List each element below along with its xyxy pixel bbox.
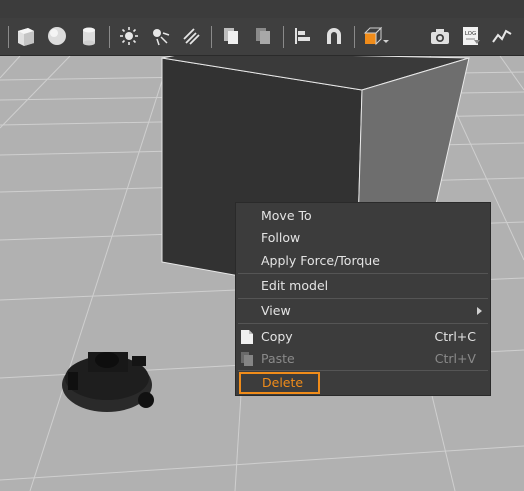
plot-icon[interactable] bbox=[490, 24, 514, 48]
copy-icon bbox=[241, 330, 253, 344]
menu-item-shortcut: Ctrl+C bbox=[434, 329, 476, 344]
menu-item-label: Follow bbox=[261, 230, 301, 245]
menu-separator bbox=[238, 298, 488, 299]
log-icon-label: LOG bbox=[465, 31, 476, 37]
point-light-icon[interactable] bbox=[117, 24, 141, 48]
submenu-arrow-icon bbox=[477, 307, 482, 315]
menu-item-label: Move To bbox=[261, 208, 312, 223]
menu-item-label: View bbox=[261, 303, 291, 318]
menu-separator bbox=[238, 323, 488, 324]
copy-icon[interactable] bbox=[219, 24, 243, 48]
toolbar-separator bbox=[354, 26, 355, 48]
menu-item-edit-model[interactable]: Edit model bbox=[236, 275, 490, 297]
log-record-icon[interactable]: LOG bbox=[459, 24, 483, 48]
sphere-shape-icon[interactable] bbox=[45, 24, 69, 48]
magnet-snap-icon[interactable] bbox=[322, 24, 346, 48]
menu-separator bbox=[238, 273, 488, 274]
menu-item-follow[interactable]: Follow bbox=[236, 227, 490, 249]
toolbar: LOG bbox=[0, 18, 524, 56]
paste-icon bbox=[241, 352, 253, 366]
title-bar bbox=[0, 0, 524, 18]
align-icon[interactable] bbox=[291, 24, 315, 48]
menu-item-label: Apply Force/Torque bbox=[261, 253, 380, 268]
view-angle-cube-icon[interactable] bbox=[361, 24, 391, 48]
menu-item-apply-force-torque[interactable]: Apply Force/Torque bbox=[236, 250, 490, 272]
toolbar-separator bbox=[109, 26, 110, 48]
toolbar-separator bbox=[283, 26, 284, 48]
context-menu: Move To Follow Apply Force/Torque Edit m… bbox=[235, 202, 491, 396]
menu-item-label: Delete bbox=[262, 375, 304, 390]
toolbar-separator bbox=[8, 26, 9, 48]
menu-item-view[interactable]: View bbox=[236, 300, 490, 322]
menu-item-label: Edit model bbox=[261, 278, 329, 293]
directional-light-icon[interactable] bbox=[179, 24, 203, 48]
menu-item-label: Paste bbox=[261, 351, 295, 366]
screenshot-camera-icon[interactable] bbox=[428, 24, 452, 48]
menu-item-shortcut: Ctrl+V bbox=[434, 351, 476, 366]
menu-item-copy[interactable]: Copy Ctrl+C bbox=[236, 326, 490, 348]
spot-light-icon[interactable] bbox=[148, 24, 172, 48]
cylinder-shape-icon[interactable] bbox=[77, 24, 101, 48]
box-shape-icon[interactable] bbox=[14, 24, 38, 48]
menu-item-delete[interactable]: Delete bbox=[239, 372, 320, 394]
menu-item-paste[interactable]: Paste Ctrl+V bbox=[236, 348, 490, 370]
menu-item-move-to[interactable]: Move To bbox=[236, 205, 490, 227]
paste-icon[interactable] bbox=[251, 24, 275, 48]
menu-item-label: Copy bbox=[261, 329, 293, 344]
menu-separator bbox=[238, 370, 488, 371]
toolbar-separator bbox=[211, 26, 212, 48]
